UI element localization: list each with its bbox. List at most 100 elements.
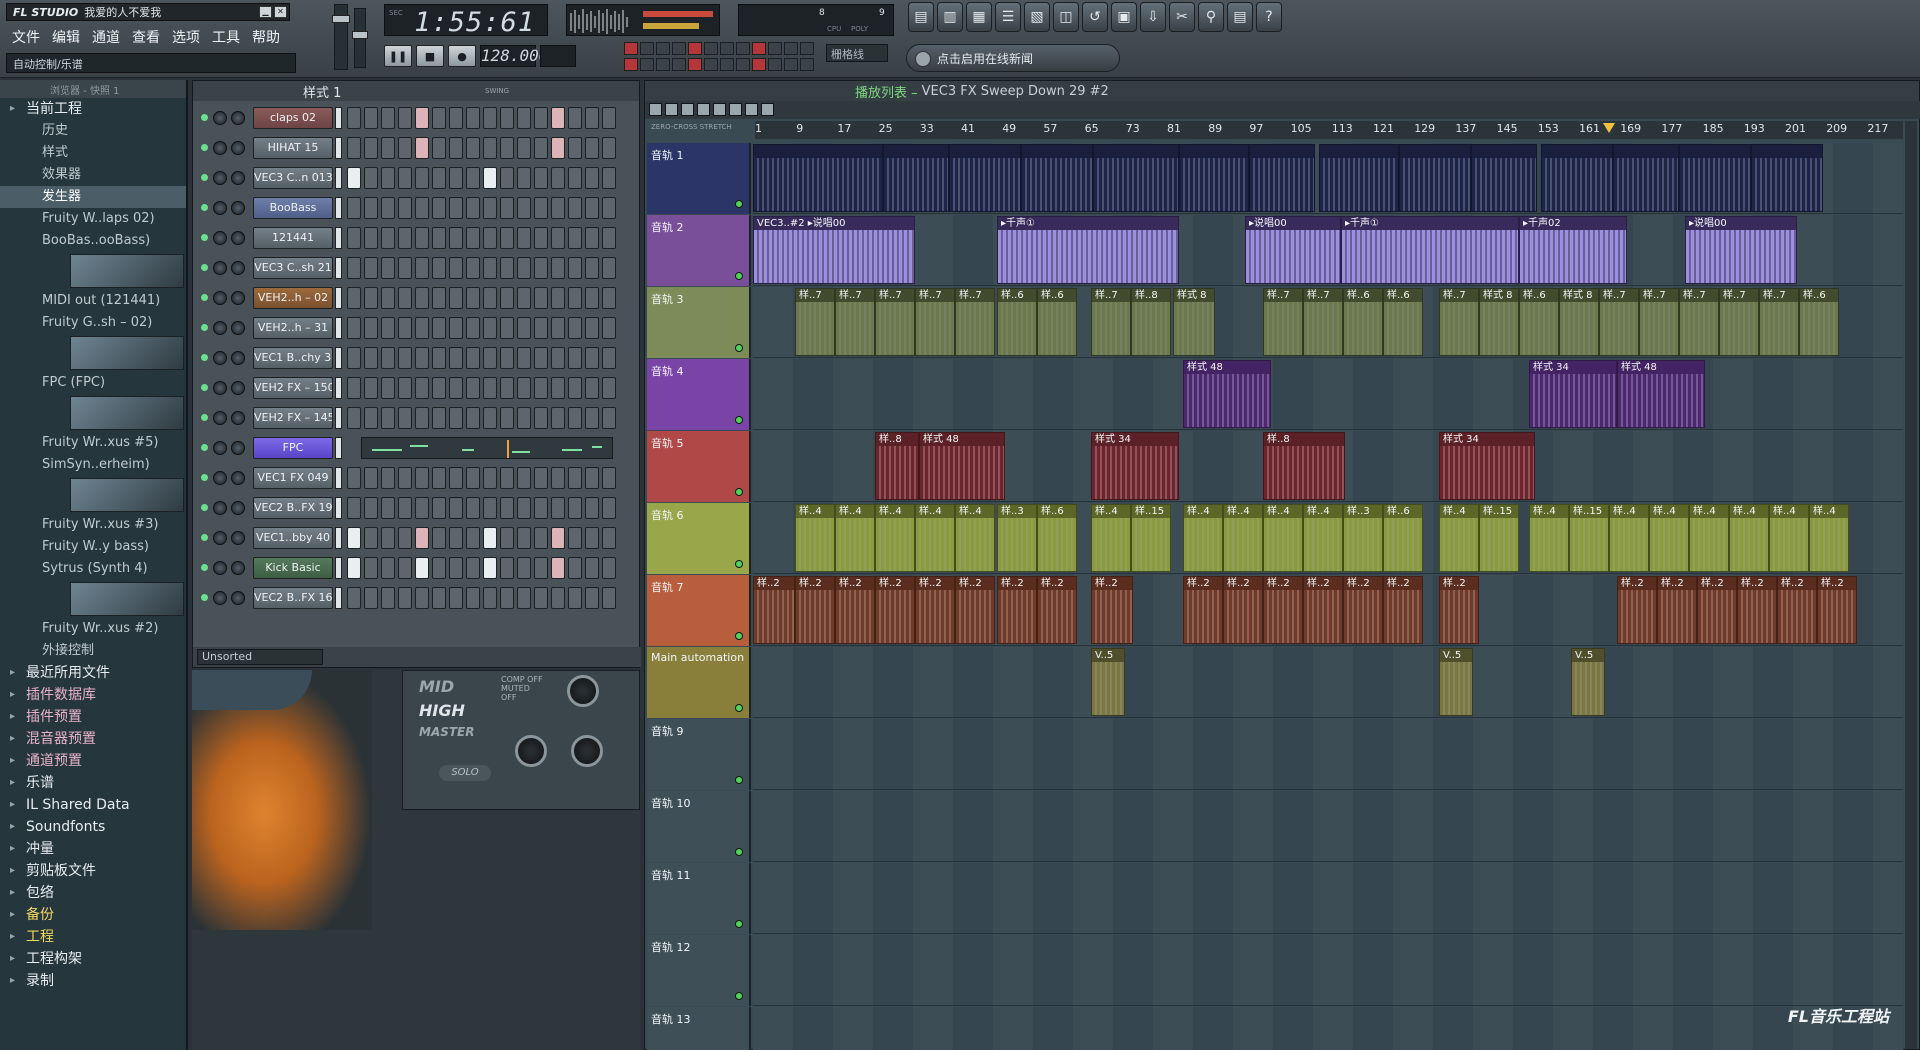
step-button[interactable] [347,557,361,579]
off-option[interactable]: OFF [501,693,543,702]
step-button[interactable] [500,197,514,219]
step-button[interactable] [432,407,446,429]
step-button[interactable] [551,407,565,429]
channel-volume-knob[interactable] [231,381,245,395]
muted-option[interactable]: MUTED [501,684,543,693]
step-button[interactable] [449,467,463,489]
pattern-clip[interactable]: 样..15 [1569,504,1609,572]
step-button[interactable] [551,197,565,219]
step-button[interactable] [517,347,531,369]
browser-item[interactable]: 外接控制 [0,640,186,662]
step-button[interactable] [347,497,361,519]
pattern-clip[interactable]: ▸千声① [1341,216,1519,284]
step-button[interactable] [534,407,548,429]
search-icon[interactable]: ⚲ [1198,2,1224,32]
channel-volume-knob[interactable] [231,111,245,125]
browser-item[interactable]: ▸ 冲量 [0,838,186,860]
step-button[interactable] [500,347,514,369]
channel-name-button[interactable]: BooBass [253,197,333,219]
step-button[interactable] [364,317,378,339]
step-button[interactable] [585,257,599,279]
channel-pan-knob[interactable] [213,531,227,545]
settings-icon[interactable]: ✂ [1169,2,1195,32]
step-button[interactable] [381,557,395,579]
mode-toggle-button[interactable] [624,42,638,55]
step-button[interactable] [364,257,378,279]
step-button[interactable] [347,197,361,219]
pattern-clip[interactable]: 样..4 [1263,504,1303,572]
channel-active-led[interactable] [201,264,208,271]
mode-toggle-button[interactable] [640,58,654,71]
pattern-clip[interactable]: 样..2 [1817,576,1857,644]
step-button[interactable] [364,167,378,189]
step-button[interactable] [602,587,616,609]
step-button[interactable] [415,317,429,339]
close-button[interactable]: ✕ [274,6,287,18]
step-button[interactable] [517,137,531,159]
step-button[interactable] [466,287,480,309]
step-button[interactable] [432,227,446,249]
pattern-clip[interactable]: 样..2 [997,576,1037,644]
pattern-clip[interactable] [1319,144,1399,212]
browser-item[interactable]: ▸ 混音器预置 [0,728,186,750]
channel-name-button[interactable]: VEC1 B..chy 33 [253,347,333,369]
pattern-clip[interactable] [1679,144,1751,212]
step-button[interactable] [466,317,480,339]
mode-toggle-button[interactable] [704,58,718,71]
step-button[interactable] [551,317,565,339]
step-button[interactable] [483,497,497,519]
channel-volume-knob[interactable] [231,141,245,155]
pattern-clip[interactable]: VEC3..#2 ▸说唱00 [753,216,915,284]
browser-item[interactable]: ▸ 通道预置 [0,750,186,772]
pattern-clip[interactable]: 样..2 [1617,576,1657,644]
pattern-clip[interactable]: 样..2 [1263,576,1303,644]
mode-toggle-button[interactable] [784,58,798,71]
step-button[interactable] [466,527,480,549]
step-button[interactable] [432,137,446,159]
step-button[interactable] [585,407,599,429]
step-button[interactable] [500,587,514,609]
step-button[interactable] [500,107,514,129]
step-button[interactable] [517,107,531,129]
pattern-clip[interactable]: 样式 34 [1091,432,1179,500]
track-header[interactable]: Main automation [647,647,751,718]
step-button[interactable] [466,107,480,129]
channel-volume-knob[interactable] [231,351,245,365]
step-button[interactable] [432,557,446,579]
step-button[interactable] [568,227,582,249]
step-button[interactable] [449,287,463,309]
step-button[interactable] [534,197,548,219]
channel-active-led[interactable] [201,414,208,421]
channel-name-button[interactable]: VEC2 B..FX 19 [253,497,333,519]
step-button[interactable] [449,107,463,129]
track-lane[interactable] [753,863,1903,934]
pattern-clip[interactable]: ▸千声① [997,216,1179,284]
step-button[interactable] [585,137,599,159]
pattern-clip[interactable]: ▸说唱00 [1685,216,1797,284]
pattern-selector[interactable] [540,45,576,67]
time-display[interactable]: SEC 1:55:61 [384,4,548,38]
step-button[interactable] [534,347,548,369]
channel-select-indicator[interactable] [335,587,342,609]
track-active-led[interactable] [735,200,743,208]
step-button[interactable] [398,197,412,219]
pattern-clip[interactable]: 样..2 [955,576,995,644]
channel-pan-knob[interactable] [213,231,227,245]
channel-name-button[interactable]: 121441 [253,227,333,249]
mode-toggle-button[interactable] [656,42,670,55]
pattern-clip[interactable]: 样..6 [1519,288,1559,356]
pattern-clip[interactable]: 样..4 [1091,504,1131,572]
channel-select-indicator[interactable] [335,467,342,489]
pattern-clip[interactable]: ▸千声02 [1519,216,1627,284]
step-button[interactable] [415,347,429,369]
pattern-clip[interactable]: 样..2 [1037,576,1077,644]
step-button[interactable] [381,347,395,369]
step-button[interactable] [568,557,582,579]
track-active-led[interactable] [735,704,743,712]
pattern-clip[interactable]: 样..7 [915,288,955,356]
step-button[interactable] [585,377,599,399]
mode-toggle-button[interactable] [640,42,654,55]
step-button[interactable] [347,527,361,549]
step-button[interactable] [398,497,412,519]
step-button[interactable] [466,227,480,249]
